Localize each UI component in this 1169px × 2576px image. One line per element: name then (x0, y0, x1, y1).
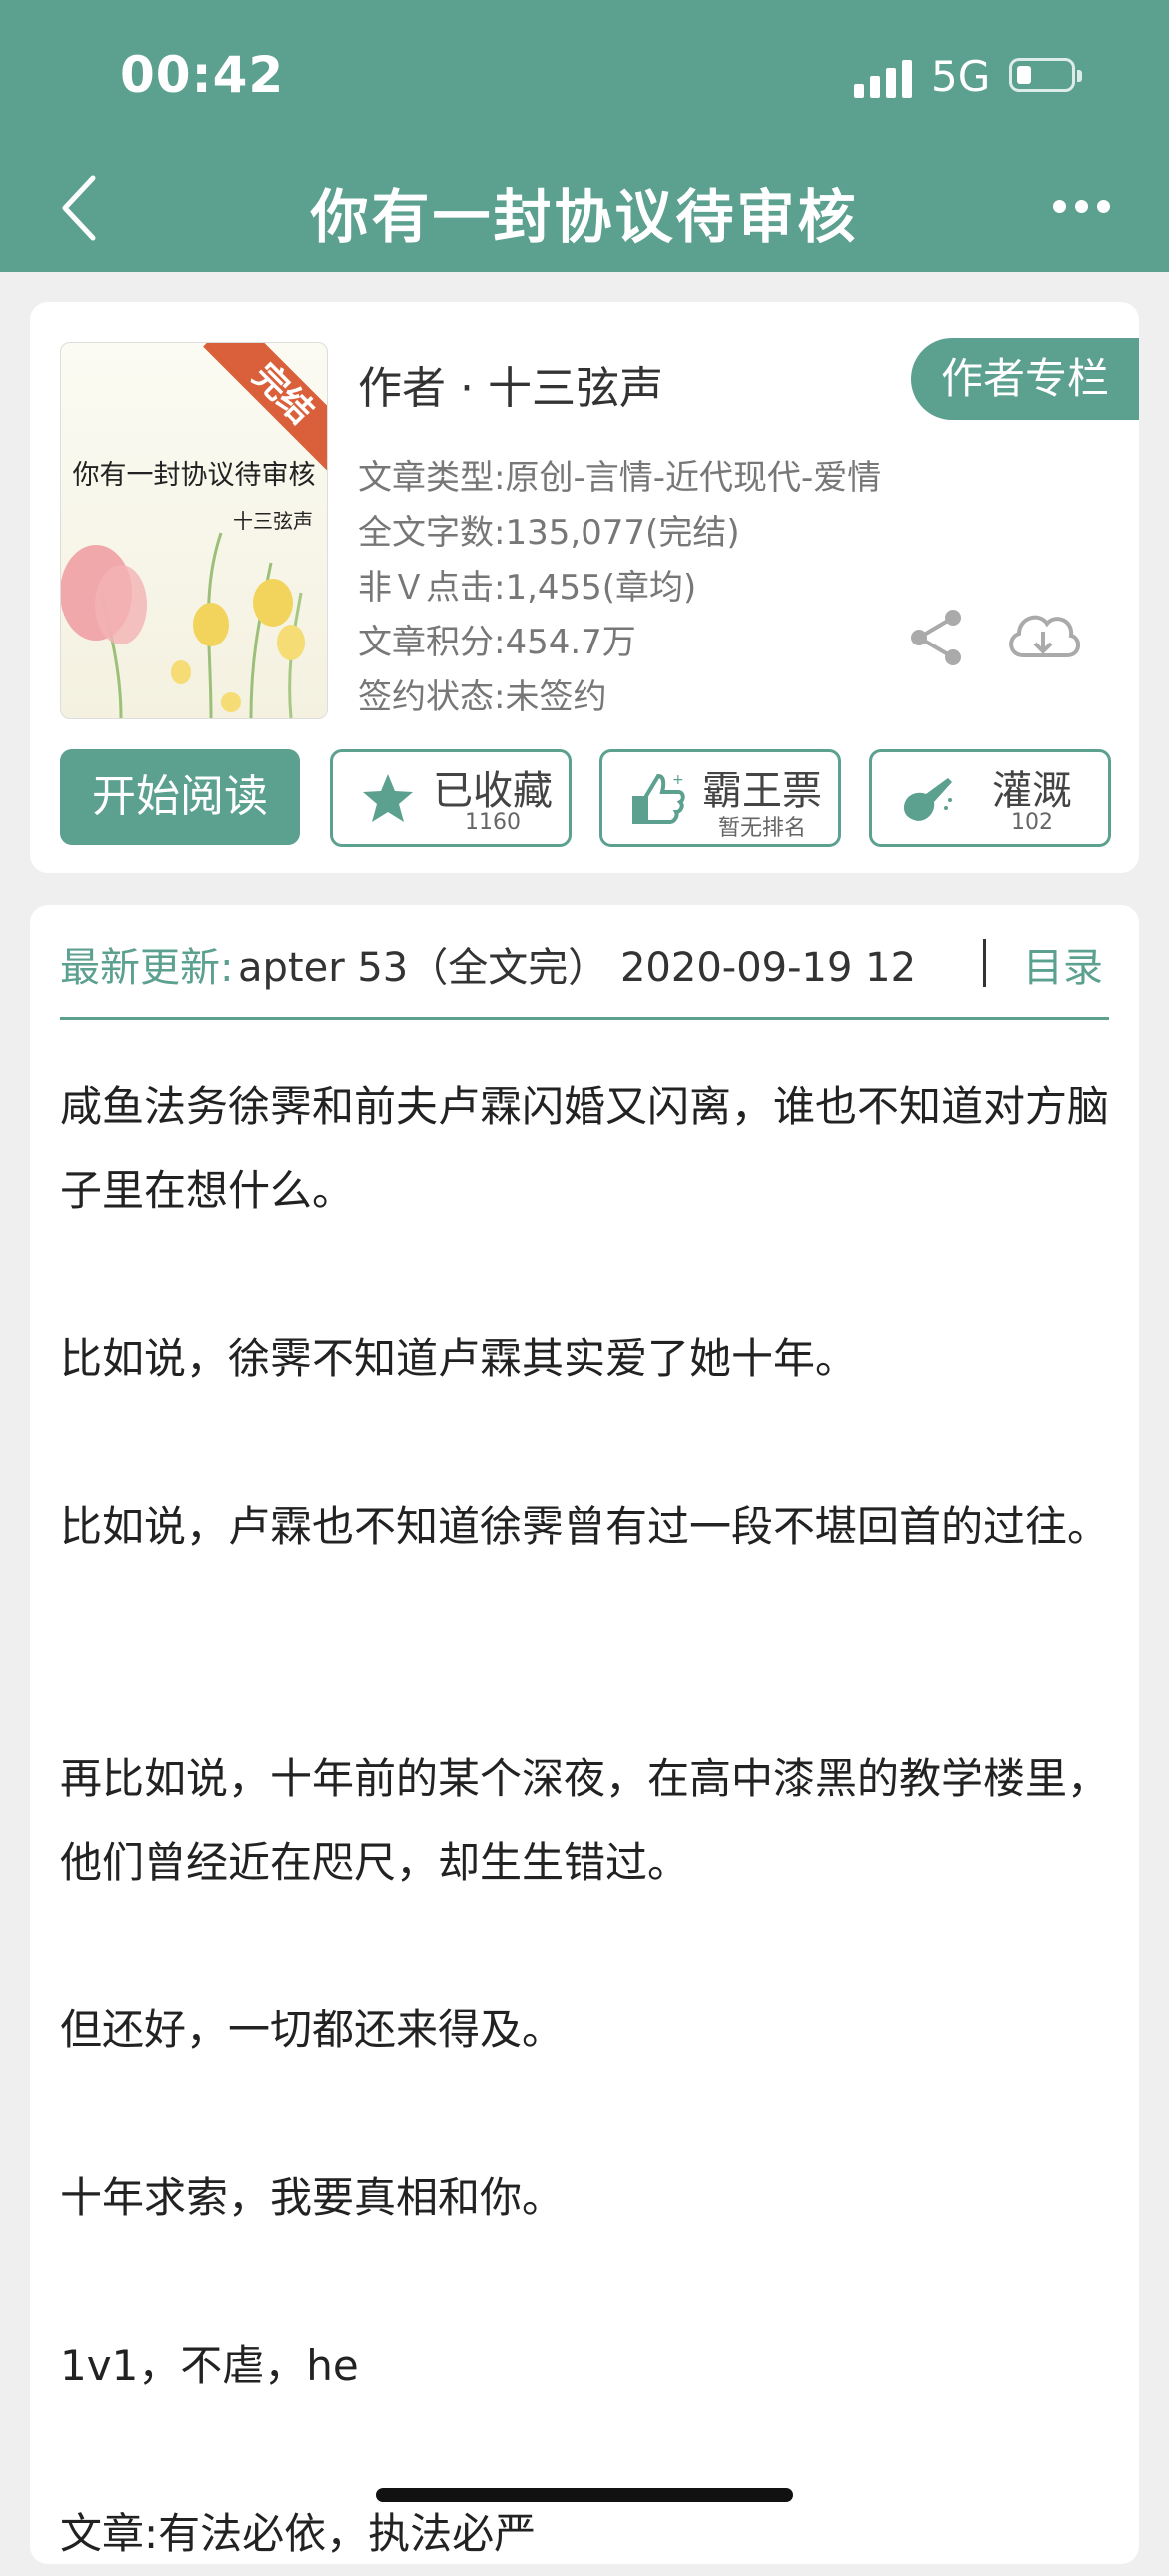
meta-score: 文章积分:454.7万 (358, 623, 636, 662)
author-column-button[interactable]: 作者专栏 (911, 338, 1139, 420)
download-icon[interactable] (1003, 606, 1083, 665)
vote-rank: 暂无排名 (717, 816, 806, 841)
summary-paragraph: 比如说，卢霖也不知道徐霁曾有过一段不堪回首的过往。 (60, 1502, 1110, 1551)
divider-line (60, 1017, 1109, 1020)
collect-label: 已收藏 (433, 768, 553, 814)
watering-can-icon (904, 778, 952, 821)
cover-author: 十三弦声 (233, 509, 313, 533)
water-label: 灌溉 (992, 768, 1072, 814)
collect-button[interactable]: 已收藏 1160 (330, 749, 572, 847)
page-title: 你有一封协议待审核 (310, 183, 859, 251)
summary-paragraph: 但还好，一切都还来得及。 (60, 2005, 565, 2054)
meta-contract: 签约状态:未签约 (358, 677, 607, 717)
water-count: 102 (1011, 810, 1053, 835)
app-header: 00:42 5G 你有一封协议待审核 (0, 0, 1169, 272)
signal-icon (854, 60, 914, 98)
author-name[interactable]: 作者 · 十三弦声 (358, 352, 663, 416)
status-time: 00:42 (120, 46, 285, 104)
summary-paragraph: 1v1，不虐，he (60, 2341, 359, 2390)
vote-label: 霸王票 (702, 768, 822, 814)
latest-update-label: 最新更新: (60, 945, 234, 991)
summary-paragraph: 比如说，徐霁不知道卢霖其实爱了她十年。 (60, 1334, 858, 1383)
collect-count: 1160 (465, 810, 521, 835)
cover-title: 你有一封协议待审核 (72, 460, 316, 491)
vote-button[interactable]: + 霸王票 暂无排名 (599, 749, 841, 847)
battery-icon (1009, 58, 1082, 92)
book-cover[interactable]: 完结 你有一封协议待审核 十三弦声 (60, 342, 328, 719)
latest-chapter-link[interactable]: apter 53（全文完） 2020-09-19 12 (238, 935, 937, 993)
more-icon[interactable] (1053, 200, 1113, 214)
svg-text:+: + (672, 772, 684, 788)
divider (983, 939, 986, 987)
share-icon[interactable] (909, 608, 965, 667)
summary-paragraph: 咸鱼法务徐霁和前夫卢霖闪婚又闪离，谁也不知道对方脑子里在想什么。 (60, 1082, 1110, 1215)
meta-clicks: 非Ｖ点击:1,455(章均) (358, 568, 697, 608)
toc-link[interactable]: 目录 (1023, 935, 1103, 993)
network-label: 5G (931, 52, 991, 101)
start-reading-button[interactable]: 开始阅读 (60, 749, 300, 845)
meta-wordcount: 全文字数:135,077(完结) (358, 513, 740, 553)
star-icon (363, 774, 413, 822)
meta-type: 文章类型:原创-言情-近代现代-爱情 (358, 458, 882, 498)
summary-paragraph: 十年求索，我要真相和你。 (60, 2173, 565, 2222)
thumbs-up-icon: + (632, 772, 685, 824)
summary-paragraph: 再比如说，十年前的某个深夜，在高中漆黑的教学楼里，他们曾经近在咫尺，却生生错过。 (60, 1754, 1110, 1887)
water-button[interactable]: 灌溉 102 (869, 749, 1111, 847)
home-indicator[interactable] (376, 2488, 793, 2502)
summary-paragraph: 文章:有法必依，执法必严 (60, 2509, 537, 2558)
